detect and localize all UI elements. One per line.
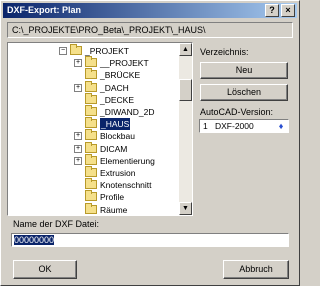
expand-icon[interactable]: + xyxy=(74,156,82,165)
tree-item-label: _DACH xyxy=(100,82,129,93)
close-button[interactable]: × xyxy=(281,4,295,17)
collapse-icon[interactable]: − xyxy=(59,47,67,55)
folder-icon xyxy=(85,92,97,104)
current-path: C:\_PROJEKTE\PRO_Beta\_PROJEKT\_HAUS\ xyxy=(7,22,293,38)
tree-item[interactable]: − _PROJEKT xyxy=(8,44,178,57)
tree-item[interactable]: Knotenschnitt xyxy=(8,178,178,191)
new-directory-button[interactable]: Neu xyxy=(200,62,288,79)
cancel-button[interactable]: Abbruch xyxy=(223,260,289,279)
folder-icon xyxy=(85,68,97,80)
folder-icon xyxy=(85,153,97,165)
autocad-version-value: DXF-2000 xyxy=(215,121,254,131)
tree-item-label: _BRÜCKE xyxy=(100,70,141,81)
file-name-input[interactable]: 00000000 xyxy=(11,233,289,247)
tree-item-label: Elementierung xyxy=(100,155,155,166)
autocad-version-select[interactable]: 1 DXF-2000 ♦ xyxy=(199,119,289,133)
tree-item-label: _DECKE xyxy=(100,94,135,105)
tree-item[interactable]: Räume xyxy=(8,202,178,215)
tree-item-label: Blockbau xyxy=(100,131,135,142)
scroll-up-button[interactable]: ▲ xyxy=(179,43,192,56)
folder-icon xyxy=(85,105,97,116)
tree-item[interactable]: + DICAM xyxy=(8,141,178,155)
tree-item[interactable]: + Elementierung xyxy=(8,153,178,167)
tree-item-label: _HAUS xyxy=(100,118,131,131)
tree-item[interactable]: _BRÜCKE xyxy=(8,68,178,81)
folder-icon xyxy=(85,202,97,214)
tree-item[interactable]: _HAUS xyxy=(8,117,178,131)
file-name-label: Name der DXF Datei: xyxy=(13,219,100,229)
expand-icon[interactable]: + xyxy=(74,59,82,68)
autocad-version-index: 1 xyxy=(203,121,208,131)
dropdown-arrow-icon[interactable]: ♦ xyxy=(276,121,286,131)
folder-icon xyxy=(85,117,97,129)
tree-item[interactable]: _DIWAND_2D xyxy=(8,105,178,118)
tree-item[interactable]: _DECKE xyxy=(8,92,178,106)
tree-item[interactable]: + __PROJEKT xyxy=(8,56,178,69)
folder-icon xyxy=(85,56,97,68)
delete-directory-button[interactable]: Löschen xyxy=(200,84,288,101)
dxf-export-dialog: DXF-Export: Plan ? × C:\_PROJEKTE\PRO_Be… xyxy=(0,0,300,286)
folder-tree[interactable]: − _PROJEKT + __PROJEKT _BRÜCKE + _DACH _DECKE _D… xyxy=(7,42,193,216)
tree-item-label: __PROJEKT xyxy=(100,58,149,69)
expand-icon[interactable]: + xyxy=(74,144,82,153)
folder-icon xyxy=(85,129,97,141)
scroll-thumb[interactable] xyxy=(179,79,192,101)
folder-icon xyxy=(85,190,97,202)
expand-icon[interactable]: + xyxy=(74,83,82,92)
tree-scrollbar[interactable]: ▲ ▼ xyxy=(179,43,192,215)
folder-icon xyxy=(85,166,97,177)
tree-item[interactable]: + _DACH xyxy=(8,80,178,94)
title-bar: DXF-Export: Plan ? × xyxy=(3,3,297,18)
tree-item-label: Räume xyxy=(100,204,128,215)
expand-icon[interactable]: + xyxy=(74,132,82,141)
tree-item-label: Profile xyxy=(100,192,125,203)
tree-item[interactable]: Profile xyxy=(8,190,178,203)
ok-button[interactable]: OK xyxy=(13,260,77,279)
window-title: DXF-Export: Plan xyxy=(7,5,82,15)
folder-icon xyxy=(70,44,82,55)
folder-icon xyxy=(85,178,97,190)
folder-icon xyxy=(85,141,97,153)
directory-label: Verzeichnis: xyxy=(200,47,249,57)
tree-item[interactable]: Extrusion xyxy=(8,166,178,179)
tree-item-label: DICAM xyxy=(100,143,128,154)
file-name-value: 00000000 xyxy=(14,235,55,245)
tree-item[interactable]: + Blockbau xyxy=(8,129,178,142)
autocad-version-label: AutoCAD-Version: xyxy=(200,107,274,117)
tree-item-label: _DIWAND_2D xyxy=(100,107,155,117)
tree-item-label: Knotenschnitt xyxy=(100,180,152,191)
folder-icon xyxy=(85,80,97,92)
tree-item-label: Extrusion xyxy=(100,168,136,178)
help-button[interactable]: ? xyxy=(265,4,279,17)
scroll-down-button[interactable]: ▼ xyxy=(179,202,192,215)
tree-item-label: _PROJEKT xyxy=(85,46,129,56)
